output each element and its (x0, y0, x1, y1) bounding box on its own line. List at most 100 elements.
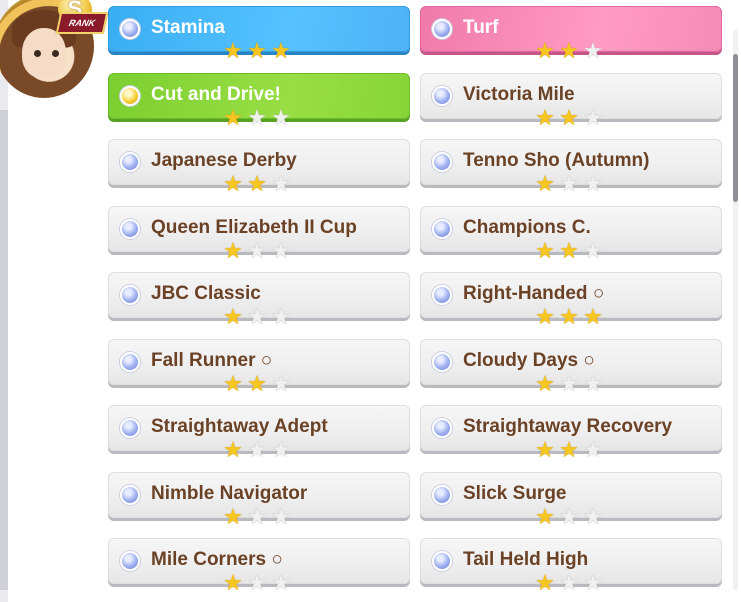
star-empty-icon: ★ (247, 570, 267, 595)
star-filled-icon: ★ (535, 437, 555, 462)
skill-card[interactable]: JBC Classic ★ ★ ★ (108, 272, 410, 328)
skill-label: Turf (463, 17, 499, 38)
skill-card-inner: Victoria Mile ★ ★ ★ (421, 74, 721, 129)
star-empty-icon: ★ (247, 504, 267, 529)
star-filled-icon: ★ (223, 171, 243, 196)
skill-label: Champions C. (463, 217, 591, 238)
skill-card[interactable]: Slick Surge ★ ★ ★ (420, 472, 722, 528)
star-filled-icon: ★ (247, 171, 267, 196)
blue-orb-icon (120, 152, 140, 172)
star-empty-icon: ★ (247, 105, 267, 130)
skill-label: Straightaway Recovery (463, 416, 673, 437)
star-rating: ★ ★ ★ (222, 373, 292, 395)
skill-label: Japanese Derby (151, 150, 297, 171)
star-filled-icon: ★ (535, 171, 555, 196)
avatar-eye-right (52, 50, 59, 57)
star-empty-icon: ★ (583, 238, 603, 263)
skill-card[interactable]: Tenno Sho (Autumn) ★ ★ ★ (420, 139, 722, 195)
blue-orb-icon (120, 285, 140, 305)
skill-card-inner: Stamina ★ ★ ★ (109, 7, 409, 62)
star-rating: ★ ★ ★ (222, 506, 292, 528)
star-rating: ★ ★ ★ (222, 40, 292, 62)
skill-card-inner: JBC Classic ★ ★ ★ (109, 273, 409, 328)
star-filled-icon: ★ (559, 105, 579, 130)
star-filled-icon: ★ (247, 371, 267, 396)
skill-grid: Stamina ★ ★ ★ Turf ★ ★ ★ Cut and Drive! ★ ★ ★ Victor… (108, 6, 724, 602)
gold-orb-icon (120, 86, 140, 106)
skill-card[interactable]: Japanese Derby ★ ★ ★ (108, 139, 410, 195)
star-filled-icon: ★ (559, 238, 579, 263)
star-filled-icon: ★ (223, 504, 243, 529)
skill-card[interactable]: Cut and Drive! ★ ★ ★ (108, 73, 410, 129)
skill-label: Queen Elizabeth II Cup (151, 217, 357, 238)
star-rating: ★ ★ ★ (534, 40, 604, 62)
star-filled-icon: ★ (535, 105, 555, 130)
skill-card[interactable]: Tail Held High ★ ★ ★ (420, 538, 722, 594)
skill-label: Cut and Drive! (151, 84, 281, 105)
star-empty-icon: ★ (559, 371, 579, 396)
star-empty-icon: ★ (271, 105, 291, 130)
skill-card[interactable]: Stamina ★ ★ ★ (108, 6, 410, 62)
trainee-avatar[interactable]: S RANK (0, 0, 109, 110)
star-filled-icon: ★ (583, 304, 603, 329)
star-filled-icon: ★ (247, 38, 267, 63)
skill-label: Tenno Sho (Autumn) (463, 150, 650, 171)
skill-label: Slick Surge (463, 483, 567, 504)
blue-orb-icon (432, 86, 452, 106)
blue-orb-icon (432, 285, 452, 305)
skill-label: Straightaway Adept (151, 416, 328, 437)
skill-label: Nimble Navigator (151, 483, 308, 504)
avatar-face (22, 28, 66, 78)
star-filled-icon: ★ (535, 371, 555, 396)
skill-card[interactable]: Straightaway Recovery ★ ★ ★ (420, 405, 722, 461)
scrollbar-thumb[interactable] (733, 54, 738, 202)
star-empty-icon: ★ (271, 171, 291, 196)
skill-label: Stamina (151, 17, 225, 38)
star-rating: ★ ★ ★ (534, 506, 604, 528)
star-empty-icon: ★ (583, 105, 603, 130)
blue-orb-icon (432, 551, 452, 571)
star-rating: ★ ★ ★ (222, 240, 292, 262)
star-filled-icon: ★ (223, 570, 243, 595)
skill-card-inner: Straightaway Recovery ★ ★ ★ (421, 406, 721, 461)
star-empty-icon: ★ (271, 371, 291, 396)
blue-orb-icon (120, 485, 140, 505)
star-filled-icon: ★ (559, 38, 579, 63)
star-filled-icon: ★ (535, 304, 555, 329)
skill-card[interactable]: Right-Handed ○ ★ ★ ★ (420, 272, 722, 328)
skill-card[interactable]: Nimble Navigator ★ ★ ★ (108, 472, 410, 528)
star-rating: ★ ★ ★ (534, 306, 604, 328)
skill-card[interactable]: Queen Elizabeth II Cup ★ ★ ★ (108, 206, 410, 262)
star-empty-icon: ★ (583, 371, 603, 396)
skill-label: Tail Held High (463, 549, 589, 570)
star-filled-icon: ★ (535, 504, 555, 529)
skill-label: Right-Handed ○ (463, 283, 605, 304)
star-rating: ★ ★ ★ (534, 572, 604, 594)
skill-card[interactable]: Champions C. ★ ★ ★ (420, 206, 722, 262)
star-rating: ★ ★ ★ (222, 107, 292, 129)
star-filled-icon: ★ (223, 38, 243, 63)
skill-card[interactable]: Cloudy Days ○ ★ ★ ★ (420, 339, 722, 395)
blue-orb-icon (432, 152, 452, 172)
blue-orb-icon (432, 219, 452, 239)
skill-card[interactable]: Mile Corners ○ ★ ★ ★ (108, 538, 410, 594)
skill-card-inner: Cloudy Days ○ ★ ★ ★ (421, 340, 721, 395)
blue-orb-icon (432, 352, 452, 372)
skill-card[interactable]: Victoria Mile ★ ★ ★ (420, 73, 722, 129)
avatar-eye-left (34, 50, 41, 57)
star-empty-icon: ★ (583, 504, 603, 529)
skill-card[interactable]: Straightaway Adept ★ ★ ★ (108, 405, 410, 461)
star-rating: ★ ★ ★ (534, 439, 604, 461)
skill-label: Cloudy Days ○ (463, 350, 595, 371)
star-rating: ★ ★ ★ (534, 373, 604, 395)
skill-card-inner: Champions C. ★ ★ ★ (421, 207, 721, 262)
blue-orb-icon (432, 19, 452, 39)
star-filled-icon: ★ (223, 238, 243, 263)
skill-card[interactable]: Fall Runner ○ ★ ★ ★ (108, 339, 410, 395)
blue-orb-icon (432, 418, 452, 438)
skill-card[interactable]: Turf ★ ★ ★ (420, 6, 722, 62)
skill-card-inner: Mile Corners ○ ★ ★ ★ (109, 539, 409, 594)
skill-card-inner: Straightaway Adept ★ ★ ★ (109, 406, 409, 461)
star-rating: ★ ★ ★ (534, 240, 604, 262)
skill-label: Fall Runner ○ (151, 350, 273, 371)
